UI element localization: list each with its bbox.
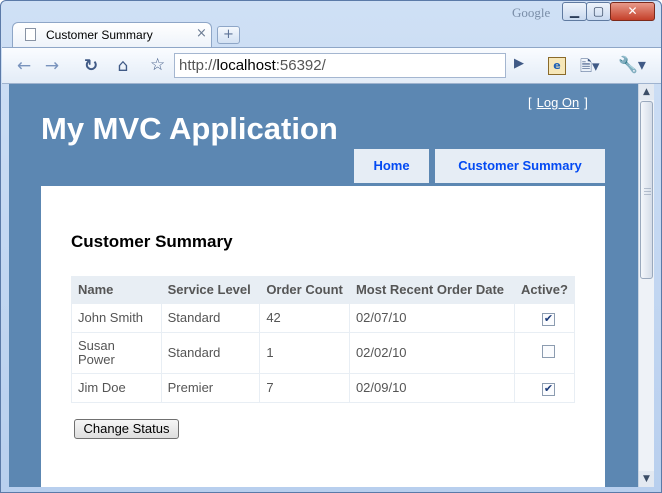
close-tab-icon[interactable]: × — [196, 26, 207, 41]
active-checkbox[interactable] — [542, 345, 555, 358]
vertical-scrollbar[interactable]: ▲ ― ― ― ▼ — [638, 84, 654, 487]
logon-bracket-open: [ — [528, 95, 532, 110]
cell-date: 02/09/10 — [348, 373, 516, 403]
grip-icon: ― ― ― — [644, 184, 651, 198]
url-port-path: :56392/ — [275, 57, 326, 74]
main-content: Customer Summary Name Service Level Orde… — [41, 186, 605, 487]
home-icon[interactable]: ⌂ — [112, 54, 134, 78]
wrench-menu-icon[interactable]: 🔧▾ — [618, 55, 646, 74]
column-header-order-count: Order Count — [259, 276, 350, 304]
customer-table: Name Service Level Order Count Most Rece… — [71, 276, 575, 403]
table-row: John Smith Standard 42 02/07/10 ✔ — [71, 303, 575, 333]
logon-area: [ Log On] — [528, 95, 588, 110]
tab-title: Customer Summary — [46, 28, 153, 42]
ie-tab-icon[interactable]: e — [548, 57, 566, 75]
browser-window: Google ▁ ▢ ✕ Customer Summary × + ← → ↻ … — [0, 0, 662, 493]
maximize-button[interactable]: ▢ — [586, 2, 611, 21]
cell-order-count: 7 — [259, 373, 350, 403]
logon-bracket-close: ] — [584, 95, 588, 110]
table-row: Susan Power Standard 1 02/02/10 — [71, 332, 575, 374]
reload-icon[interactable]: ↻ — [80, 54, 102, 78]
scroll-up-icon[interactable]: ▲ — [639, 84, 654, 100]
cell-name: Susan Power — [71, 332, 162, 374]
menu-item-home[interactable]: Home — [354, 149, 432, 183]
cell-service-level: Standard — [160, 303, 261, 333]
column-header-service-level: Service Level — [160, 276, 261, 304]
page-viewport: [ Log On] My MVC Application Home Custome… — [9, 84, 638, 487]
active-checkbox[interactable]: ✔ — [542, 382, 555, 396]
minimize-button[interactable]: ▁ — [562, 2, 587, 21]
column-header-active: Active? — [514, 276, 575, 304]
close-window-button[interactable]: ✕ — [610, 2, 655, 21]
forward-arrow-icon[interactable]: → — [42, 54, 62, 78]
cell-date: 02/07/10 — [348, 303, 516, 333]
cell-active: ✔ — [514, 373, 575, 403]
cell-service-level: Premier — [160, 373, 261, 403]
page-menu-icon[interactable]: 🗎▾ — [580, 56, 600, 81]
table-row: Jim Doe Premier 7 02/09/10 ✔ — [71, 373, 575, 403]
url-scheme: http:// — [179, 57, 217, 74]
change-status-button[interactable]: Change Status — [74, 419, 179, 439]
logon-link[interactable]: Log On — [537, 95, 580, 110]
browser-toolbar: ← → ↻ ⌂ ☆ http://localhost:56392/ ▶ e 🗎▾… — [2, 47, 661, 84]
bookmark-star-icon[interactable]: ☆ — [150, 55, 165, 75]
new-tab-button[interactable]: + — [217, 26, 240, 44]
cell-date: 02/02/10 — [348, 332, 516, 374]
back-arrow-icon[interactable]: ← — [14, 54, 34, 78]
cell-name: John Smith — [71, 303, 162, 333]
cell-service-level: Standard — [160, 332, 261, 374]
cell-active: ✔ — [514, 303, 575, 333]
scrollbar-thumb[interactable]: ― ― ― — [640, 101, 653, 279]
column-header-name: Name — [71, 276, 162, 304]
app-title: My MVC Application — [41, 111, 338, 146]
cell-active — [514, 332, 575, 374]
url-host: localhost — [216, 57, 276, 74]
cell-order-count: 42 — [259, 303, 350, 333]
column-header-most-recent-order-date: Most Recent Order Date — [348, 276, 516, 304]
browser-tab[interactable]: Customer Summary × — [12, 22, 212, 47]
browser-brand: Google — [512, 5, 551, 20]
menu-item-customer-summary[interactable]: Customer Summary — [435, 149, 605, 183]
address-bar[interactable]: http://localhost:56392/ — [174, 53, 506, 78]
page-heading: Customer Summary — [71, 232, 233, 251]
page-icon — [25, 28, 36, 41]
active-checkbox[interactable]: ✔ — [542, 312, 555, 326]
go-arrow-icon[interactable]: ▶ — [514, 56, 524, 71]
cell-order-count: 1 — [259, 332, 350, 374]
cell-name: Jim Doe — [71, 373, 162, 403]
scroll-down-icon[interactable]: ▼ — [639, 471, 654, 487]
